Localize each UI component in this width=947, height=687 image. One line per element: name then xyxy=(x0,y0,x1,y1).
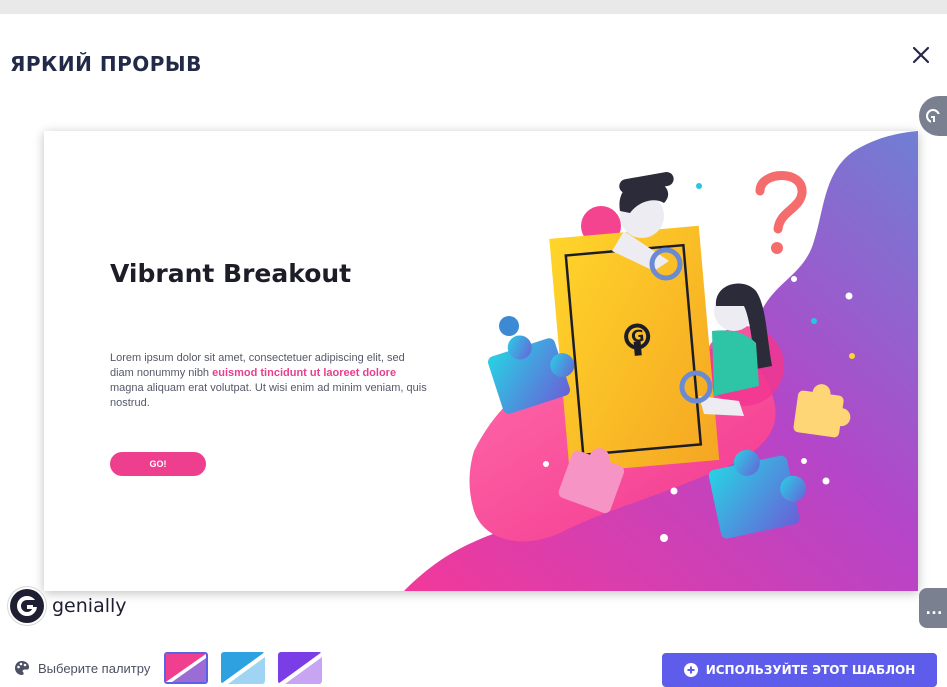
genially-logo-icon xyxy=(10,589,44,623)
palette-selector: Выберите палитру xyxy=(14,652,335,684)
slide-title: Vibrant Breakout xyxy=(110,259,352,288)
genially-brand[interactable]: genially xyxy=(10,589,127,623)
palette-swatch-blue[interactable] xyxy=(221,652,266,684)
door-logo: G xyxy=(630,326,645,346)
go-button[interactable]: GO! xyxy=(110,452,206,476)
palette-label: Выберите палитру xyxy=(38,660,151,676)
slide-body-text: Lorem ipsum dolor sit amet, consectetuer… xyxy=(110,351,430,411)
template-preview[interactable]: G Vibrant Breakout Lorem ipsum dolor sit… xyxy=(44,131,918,591)
close-icon xyxy=(912,46,930,64)
palette-swatch-pink[interactable] xyxy=(164,652,209,684)
palette-icon xyxy=(15,661,29,675)
rotate-icon xyxy=(926,109,941,124)
brand-name: genially xyxy=(52,595,127,617)
modal-title: ЯРКИЙ ПРОРЫВ xyxy=(10,52,202,76)
palette-swatch-purple[interactable] xyxy=(278,652,323,684)
close-button[interactable] xyxy=(906,40,936,70)
use-template-button[interactable]: ИСПОЛЬЗУЙТЕ ЭТОТ ШАБЛОН xyxy=(662,653,937,687)
plus-circle-icon xyxy=(683,663,698,677)
slide-body-part: magna aliquam erat volutpat. Ut wisi eni… xyxy=(110,382,427,409)
slide-body-highlight: euismod tincidunt ut laoreet dolore xyxy=(212,367,397,379)
use-template-label: ИСПОЛЬЗУЙТЕ ЭТОТ ШАБЛОН xyxy=(705,663,916,677)
more-options-button[interactable]: … xyxy=(919,588,947,628)
